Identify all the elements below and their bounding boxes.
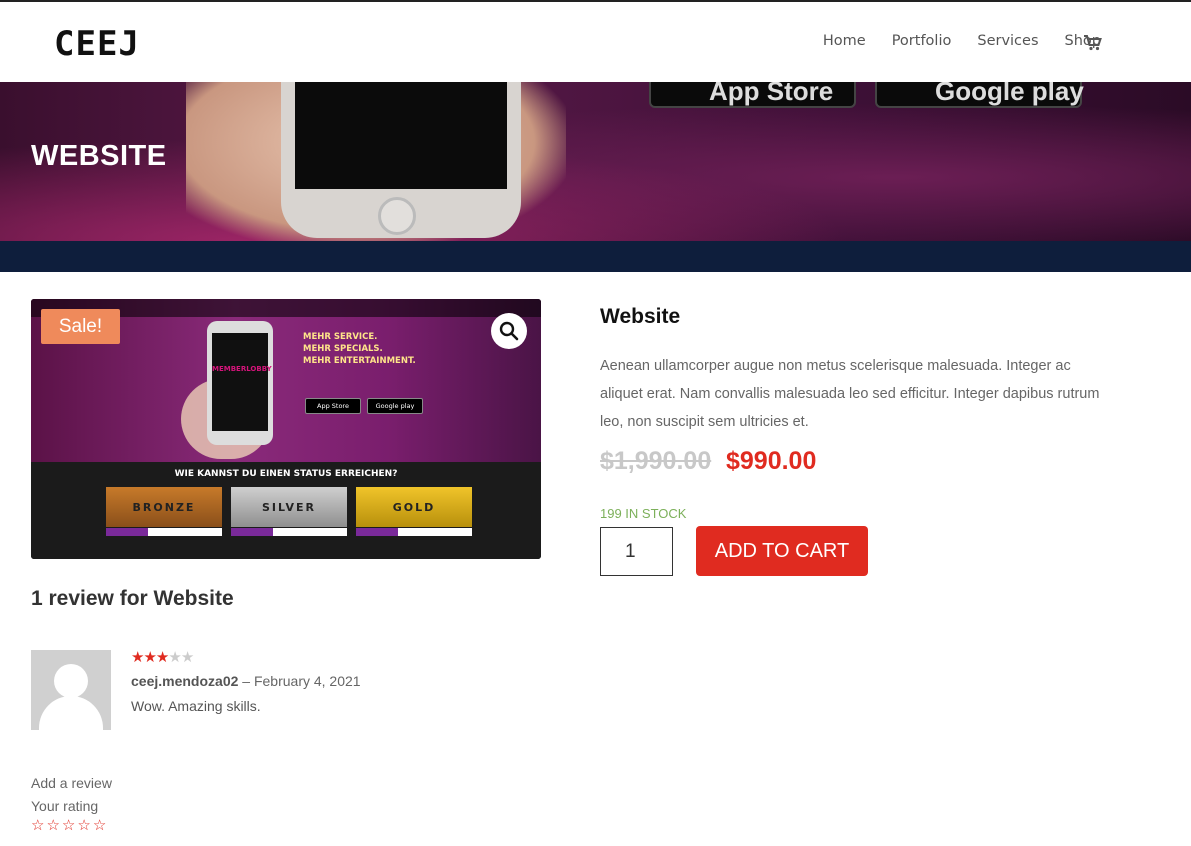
- review-meta: ceej.mendoza02 – February 4, 2021: [131, 673, 361, 689]
- image-store-badges: App Store Google play: [305, 398, 423, 414]
- review-date: – February 4, 2021: [242, 673, 361, 689]
- rating-star-3-icon[interactable]: ☆: [62, 816, 75, 834]
- rating-star-4-icon[interactable]: ☆: [77, 816, 90, 834]
- star-filled-icon: ★: [155, 648, 169, 666]
- review-author: ceej.mendoza02: [131, 673, 239, 689]
- site-logo[interactable]: CEEJ: [54, 24, 140, 64]
- star-filled-icon: ★: [143, 648, 156, 666]
- tier-silver: SILVER: [231, 487, 347, 527]
- magnifier-icon: [499, 321, 519, 341]
- reviews-heading: 1 review for Website: [31, 587, 234, 610]
- main-nav: Home Portfolio Services Shop: [823, 33, 1101, 49]
- add-review-heading: Add a review: [31, 775, 112, 791]
- image-promo-text: MEHR SERVICE. MEHR SPECIALS. MEHR ENTERT…: [303, 331, 416, 367]
- tier-progress-bar: [106, 528, 222, 536]
- nav-services[interactable]: Services: [977, 33, 1038, 49]
- original-price: $1,990.00: [600, 447, 712, 475]
- image-google-play-badge: Google play: [367, 398, 423, 414]
- rating-star-2-icon[interactable]: ☆: [46, 816, 59, 834]
- tier-gold: GOLD: [356, 487, 472, 527]
- promo-line: MEHR SPECIALS.: [303, 344, 383, 354]
- zoom-button[interactable]: [491, 313, 527, 349]
- reviewer-avatar: [31, 650, 111, 730]
- your-rating-label: Your rating: [31, 798, 99, 814]
- google-play-badge: Google play: [875, 82, 1084, 108]
- rating-star-1-icon[interactable]: ☆: [31, 816, 44, 834]
- promo-line: MEHR SERVICE.: [303, 332, 378, 342]
- stock-status: 199 IN STOCK: [600, 506, 687, 521]
- star-empty-icon: ★: [180, 648, 194, 666]
- hero-phone-home-button: [378, 197, 416, 235]
- hero-band: [0, 241, 1191, 272]
- app-store-badge: App Store: [649, 82, 856, 108]
- tier-progress-bar: [356, 528, 472, 536]
- review-text: Wow. Amazing skills.: [131, 698, 261, 714]
- nav-home[interactable]: Home: [823, 33, 866, 49]
- page-title: WEBSITE: [31, 140, 167, 172]
- image-app-store-badge: App Store: [305, 398, 361, 414]
- avatar-head: [54, 664, 88, 698]
- quantity-input[interactable]: [600, 527, 673, 576]
- product-title: Website: [600, 305, 681, 328]
- rating-input: ☆ ☆ ☆ ☆ ☆: [31, 816, 106, 834]
- sale-price: $990.00: [726, 447, 817, 475]
- star-empty-icon: ★: [168, 648, 181, 666]
- rating-star-5-icon[interactable]: ☆: [93, 816, 106, 834]
- avatar-body: [39, 696, 103, 730]
- sale-badge: Sale!: [41, 309, 120, 344]
- tier-bronze: BRONZE: [106, 487, 222, 527]
- site-header: CEEJ Home Portfolio Services Shop: [0, 2, 1191, 82]
- image-status-heading: WIE KANNST DU EINEN STATUS ERREICHEN?: [174, 469, 398, 479]
- hero-phone-screen: [295, 82, 507, 189]
- nav-portfolio[interactable]: Portfolio: [892, 33, 952, 49]
- add-to-cart-button[interactable]: ADD TO CART: [696, 526, 868, 576]
- page-hero: App Store Google play WEBSITE: [0, 82, 1191, 241]
- product-description: Aenean ullamcorper augue non metus scele…: [600, 358, 1100, 430]
- promo-line: MEHR ENTERTAINMENT.: [303, 356, 416, 366]
- image-phone-screen: MEMBERLOBBY: [212, 333, 272, 431]
- tier-progress-bar: [231, 528, 347, 536]
- star-filled-icon: ★: [131, 648, 144, 666]
- cart-icon[interactable]: [1084, 35, 1102, 51]
- review-rating: ★★★★★: [131, 648, 194, 666]
